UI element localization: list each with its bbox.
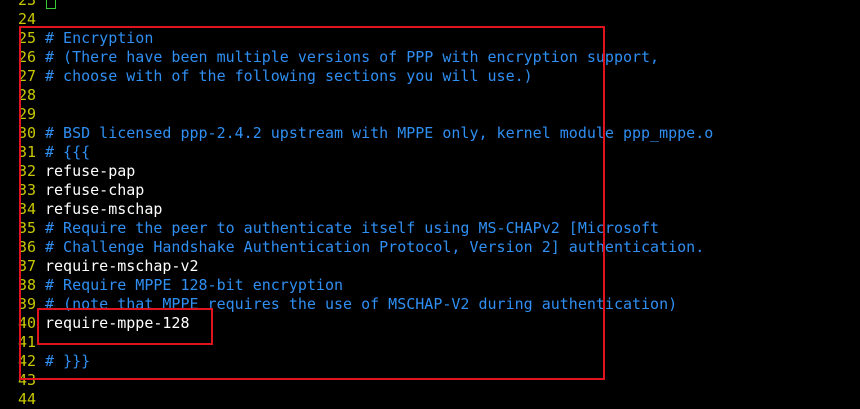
code-line-27[interactable]: 27 # choose with of the following section… [0,67,860,86]
code-comment: # }}} [45,352,91,370]
code-line-30[interactable]: 30 # BSD licensed ppp-2.4.2 upstream with… [0,124,860,143]
terminal-editor[interactable]: 23 24 25 # Encryption 26 # (There have bee… [0,0,860,409]
line-number: 33 [18,181,37,199]
line-number: 28 [18,86,37,104]
code-comment: # (There have been multiple versions of … [45,48,660,66]
line-number: 41 [18,333,37,351]
code-text: refuse-mschap [45,200,163,218]
code-line-34[interactable]: 34 refuse-mschap [0,200,860,219]
line-number: 29 [18,105,37,123]
code-comment: # choose with of the following sections … [45,67,533,85]
line-number: 25 [18,29,37,47]
line-number: 42 [18,352,37,370]
code-line-23[interactable]: 23 [0,0,860,10]
code-comment: # Encryption [45,29,154,47]
code-line-32[interactable]: 32 refuse-pap [0,162,860,181]
line-number: 37 [18,257,37,275]
code-line-43[interactable]: 43 [0,371,860,390]
code-line-31[interactable]: 31 # {{{ [0,143,860,162]
line-number: 44 [18,390,37,408]
line-number: 26 [18,48,37,66]
code-line-26[interactable]: 26 # (There have been multiple versions o… [0,48,860,67]
code-text: require-mppe-128 [45,314,190,332]
line-number: 27 [18,67,37,85]
code-line-40[interactable]: 40 require-mppe-128 [0,314,860,333]
code-line-42[interactable]: 42 # }}} [0,352,860,371]
line-number: 34 [18,200,37,218]
code-line-36[interactable]: 36 # Challenge Handshake Authentication P… [0,238,860,257]
code-comment: # BSD licensed ppp-2.4.2 upstream with M… [45,124,714,142]
code-comment: # Require the peer to authenticate itsel… [45,219,660,237]
line-number: 24 [18,10,37,28]
line-number: 32 [18,162,37,180]
code-text: refuse-chap [45,181,145,199]
code-text: refuse-pap [45,162,136,180]
code-comment: # Require MPPE 128-bit encryption [45,276,344,294]
code-line-38[interactable]: 38 # Require MPPE 128-bit encryption [0,276,860,295]
text-cursor [46,0,56,9]
code-line-28[interactable]: 28 [0,86,860,105]
code-line-39[interactable]: 39 # (note that MPPE requires the use of … [0,295,860,314]
line-number: 40 [18,314,37,332]
line-number: 31 [18,143,37,161]
code-text: require-mschap-v2 [45,257,199,275]
line-number: 36 [18,238,37,256]
code-line-44[interactable]: 44 [0,390,860,409]
code-line-24[interactable]: 24 [0,10,860,29]
line-number: 43 [18,371,37,389]
line-number: 38 [18,276,37,294]
code-line-25[interactable]: 25 # Encryption [0,29,860,48]
line-number: 23 [18,0,37,9]
code-comment: # (note that MPPE requires the use of MS… [45,295,678,313]
line-number: 39 [18,295,37,313]
code-line-37[interactable]: 37 require-mschap-v2 [0,257,860,276]
code-line-33[interactable]: 33 refuse-chap [0,181,860,200]
code-line-35[interactable]: 35 # Require the peer to authenticate its… [0,219,860,238]
code-line-29[interactable]: 29 [0,105,860,124]
code-line-41[interactable]: 41 [0,333,860,352]
line-number: 30 [18,124,37,142]
code-comment: # {{{ [45,143,91,161]
line-number: 35 [18,219,37,237]
code-comment: # Challenge Handshake Authentication Pro… [45,238,705,256]
